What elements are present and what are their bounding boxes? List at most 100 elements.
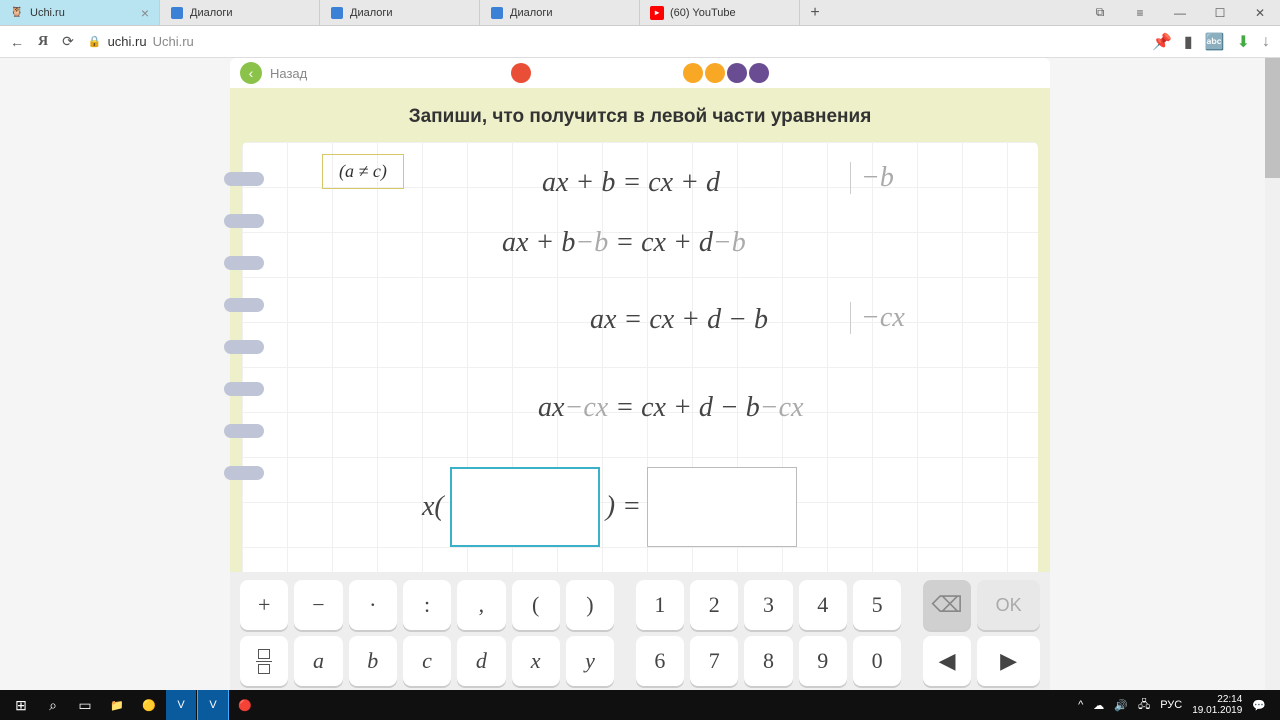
tab-label: Диалоги bbox=[510, 7, 553, 19]
key-y[interactable]: y bbox=[566, 636, 614, 686]
new-tab-button[interactable]: + bbox=[800, 4, 830, 22]
tab-label: (60) YouTube bbox=[670, 7, 736, 19]
app-frame: ‹ Назад Запиши, что получится в левой ча… bbox=[230, 58, 1050, 690]
key-minus[interactable]: − bbox=[294, 580, 342, 630]
key-prev[interactable]: ◀ bbox=[923, 636, 971, 686]
key-5[interactable]: 5 bbox=[853, 580, 901, 630]
lock-icon: 🔒 bbox=[88, 35, 102, 48]
window-controls: ⧉ ≡ — ☐ ✕ bbox=[1080, 0, 1280, 26]
key-9[interactable]: 9 bbox=[799, 636, 847, 686]
condition: (a ≠ c) bbox=[322, 154, 404, 189]
key-7[interactable]: 7 bbox=[690, 636, 738, 686]
tab-label: Uchi.ru bbox=[30, 7, 65, 19]
address-bar: ← Я ⟳ 🔒 uchi.ru Uchi.ru 📌 ▮ 🔤 ⬇ ↓ bbox=[0, 26, 1280, 58]
tab-dialogs-3[interactable]: Диалоги bbox=[480, 0, 640, 25]
back-button[interactable]: ‹ bbox=[240, 62, 262, 84]
key-a[interactable]: a bbox=[294, 636, 342, 686]
dot bbox=[749, 63, 769, 83]
app-v2[interactable]: V bbox=[198, 690, 228, 720]
search-icon[interactable]: ⌕ bbox=[38, 690, 68, 720]
tab-dialogs-1[interactable]: Диалоги bbox=[160, 0, 320, 25]
maximize-icon[interactable]: ☐ bbox=[1200, 0, 1240, 26]
equation-5: x( ) = bbox=[422, 467, 797, 547]
tray-network-icon[interactable]: 🖧 bbox=[1138, 696, 1150, 715]
address-text[interactable]: 🔒 uchi.ru Uchi.ru bbox=[88, 34, 194, 49]
input-left[interactable] bbox=[450, 467, 600, 547]
close-window-icon[interactable]: ✕ bbox=[1240, 0, 1280, 26]
tab-label: Диалоги bbox=[350, 7, 393, 19]
app-v[interactable]: V bbox=[166, 690, 196, 720]
key-6[interactable]: 6 bbox=[636, 636, 684, 686]
reload-icon[interactable]: ⟳ bbox=[62, 33, 74, 50]
tray-notifications-icon[interactable]: 💬 bbox=[1252, 699, 1266, 712]
key-next[interactable]: ▶ bbox=[977, 636, 1040, 686]
tray-clock[interactable]: 22:14 19.01.2019 bbox=[1192, 694, 1242, 716]
key-8[interactable]: 8 bbox=[744, 636, 792, 686]
back-icon[interactable]: ← bbox=[10, 34, 24, 50]
notebook: (a ≠ c) ax + b = cx + d −b ax + b−b = cx… bbox=[242, 142, 1038, 572]
key-fraction[interactable] bbox=[240, 636, 288, 686]
arrow-down-icon[interactable]: ↓ bbox=[1262, 33, 1270, 51]
favicon-dialogs bbox=[330, 6, 344, 20]
tab-uchi[interactable]: 🦉 Uchi.ru × bbox=[0, 0, 160, 25]
taskview-icon[interactable]: ▭ bbox=[70, 690, 100, 720]
key-backspace[interactable]: ⌫ bbox=[923, 580, 971, 630]
tray-volume-icon[interactable]: 🔊 bbox=[1114, 699, 1128, 712]
key-dot[interactable]: · bbox=[349, 580, 397, 630]
back-label: Назад bbox=[270, 66, 307, 81]
windows-taskbar: ⊞ ⌕ ▭ 📁 🟡 V V 🔴 ^ ☁ 🔊 🖧 РУС 22:14 19.01.… bbox=[0, 690, 1280, 720]
key-plus[interactable]: + bbox=[240, 580, 288, 630]
key-x[interactable]: x bbox=[512, 636, 560, 686]
tab-youtube[interactable]: ▸ (60) YouTube bbox=[640, 0, 800, 25]
scrollbar[interactable] bbox=[1265, 58, 1280, 690]
operation-1: −b bbox=[850, 162, 894, 194]
key-rparen[interactable]: ) bbox=[566, 580, 614, 630]
operation-2: −cx bbox=[850, 302, 905, 334]
key-colon[interactable]: : bbox=[403, 580, 451, 630]
favicon-uchi: 🦉 bbox=[10, 6, 24, 20]
dot bbox=[683, 63, 703, 83]
key-ok[interactable]: OK bbox=[977, 580, 1040, 630]
fraction-icon bbox=[256, 649, 272, 674]
app-yandex[interactable]: 🔴 bbox=[230, 690, 260, 720]
download-icon[interactable]: ⬇ bbox=[1237, 32, 1250, 52]
progress-dots bbox=[511, 63, 769, 83]
key-3[interactable]: 3 bbox=[744, 580, 792, 630]
browser-tab-bar: 🦉 Uchi.ru × Диалоги Диалоги Диалоги ▸ (6… bbox=[0, 0, 1280, 26]
minimize-icon[interactable]: — bbox=[1160, 0, 1200, 26]
favicon-youtube: ▸ bbox=[650, 6, 664, 20]
equation-2: ax + b−b = cx + d−b bbox=[502, 227, 746, 259]
favicon-dialogs bbox=[490, 6, 504, 20]
bookmark-icon[interactable]: ▮ bbox=[1184, 32, 1193, 52]
key-4[interactable]: 4 bbox=[799, 580, 847, 630]
close-icon[interactable]: × bbox=[141, 5, 149, 21]
tray-chevron-icon[interactable]: ^ bbox=[1078, 699, 1083, 711]
favicon-dialogs bbox=[170, 6, 184, 20]
key-lparen[interactable]: ( bbox=[512, 580, 560, 630]
tray-cloud-icon[interactable]: ☁ bbox=[1093, 699, 1104, 712]
key-c[interactable]: c bbox=[403, 636, 451, 686]
tab-dialogs-2[interactable]: Диалоги bbox=[320, 0, 480, 25]
menu-icon[interactable]: ≡ bbox=[1120, 0, 1160, 26]
app-header: ‹ Назад bbox=[230, 58, 1050, 88]
task-title: Запиши, что получится в левой части урав… bbox=[242, 98, 1038, 142]
key-b[interactable]: b bbox=[349, 636, 397, 686]
key-1[interactable]: 1 bbox=[636, 580, 684, 630]
app-2[interactable]: 🟡 bbox=[134, 690, 164, 720]
key-d[interactable]: d bbox=[457, 636, 505, 686]
app-files[interactable]: 📁 bbox=[102, 690, 132, 720]
translate-icon[interactable]: 🔤 bbox=[1205, 32, 1225, 52]
equation-3: ax = cx + d − b bbox=[590, 304, 768, 336]
page-viewport: ‹ Назад Запиши, что получится в левой ча… bbox=[0, 58, 1280, 690]
yandex-icon[interactable]: Я bbox=[38, 34, 48, 50]
pin-icon[interactable]: 📌 bbox=[1152, 32, 1172, 52]
input-right[interactable] bbox=[647, 467, 797, 547]
start-icon[interactable]: ⊞ bbox=[6, 690, 36, 720]
key-0[interactable]: 0 bbox=[853, 636, 901, 686]
keypad: + − · : , ( ) 1 2 3 4 5 ⌫ OK bbox=[230, 572, 1050, 690]
sidebar-icon[interactable]: ⧉ bbox=[1080, 0, 1120, 26]
tray-lang[interactable]: РУС bbox=[1160, 699, 1182, 711]
key-comma[interactable]: , bbox=[457, 580, 505, 630]
dot bbox=[705, 63, 725, 83]
key-2[interactable]: 2 bbox=[690, 580, 738, 630]
